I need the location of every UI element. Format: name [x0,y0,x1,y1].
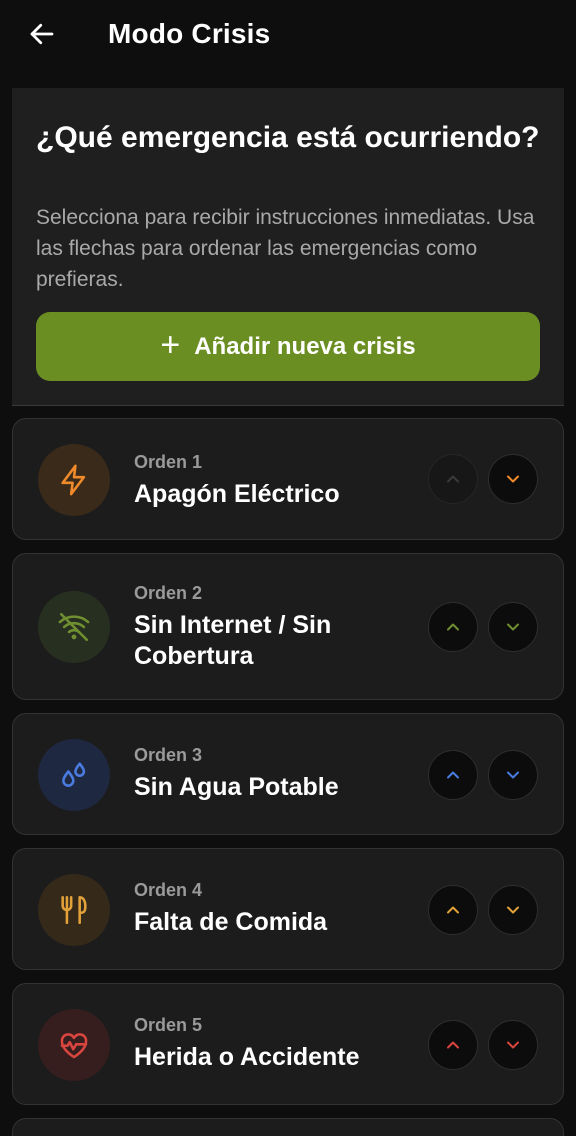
crisis-order: Orden 1 [134,452,203,472]
crisis-card-partial[interactable] [12,1118,564,1136]
crisis-icon-badge [38,1009,110,1081]
chevron-down-icon [507,771,519,779]
crisis-card-no-water[interactable]: Orden 3 Sin Agua Potable [12,713,564,835]
chevron-up-icon [447,623,459,631]
lightning-icon [61,464,86,496]
top-bar: Modo Crisis [0,0,576,72]
intro-card: ¿Qué emergencia está ocurriendo? Selecci… [12,88,564,406]
chevron-up-icon [447,906,459,914]
chevron-up-icon [447,1041,459,1049]
move-up-button[interactable] [428,885,478,935]
heart-pulse-icon [60,1033,88,1059]
wifi-off-icon [58,612,90,642]
utensils-icon [61,895,87,925]
chevron-down-icon [507,623,519,631]
crisis-card-no-food[interactable]: Orden 4 Falta de Comida [12,848,564,970]
crisis-name: Sin Internet / Sin Cobertura [134,611,332,670]
crisis-icon-badge [38,874,110,946]
crisis-name: Apagón Eléctrico [134,480,340,508]
move-down-button[interactable] [488,1020,538,1070]
add-crisis-label: Añadir nueva crisis [194,332,416,360]
page-title: Modo Crisis [108,18,271,49]
crisis-order: Orden 4 [134,880,203,900]
crisis-icon-badge [38,739,110,811]
plus-icon: + [160,325,181,364]
move-down-button[interactable] [488,750,538,800]
back-button[interactable] [22,16,62,52]
arrow-left-icon [30,23,54,45]
chevron-down-icon [507,1041,519,1049]
intro-question: ¿Qué emergencia está ocurriendo? [36,121,540,154]
crisis-icon-badge [38,591,110,663]
crisis-order: Orden 5 [134,1015,203,1035]
crisis-name: Sin Agua Potable [134,773,339,801]
crisis-icon-badge [38,444,110,516]
move-up-button[interactable] [428,602,478,652]
chevron-up-icon [447,771,459,779]
intro-description: Selecciona para recibir instrucciones in… [36,206,535,291]
move-down-button[interactable] [488,885,538,935]
crisis-name: Falta de Comida [134,908,328,936]
move-up-button[interactable] [428,1020,478,1070]
chevron-up-icon [447,475,459,483]
crisis-name: Herida o Accidente [134,1043,360,1071]
crisis-order: Orden 3 [134,745,203,765]
crisis-card-power-outage[interactable]: Orden 1 Apagón Eléctrico [12,418,564,540]
move-up-button[interactable] [428,750,478,800]
crisis-card-no-internet[interactable]: Orden 2 Sin Internet / Sin Cobertura [12,553,564,700]
move-down-button[interactable] [488,602,538,652]
chevron-down-icon [507,475,519,483]
crisis-order: Orden 2 [134,583,203,603]
move-down-button[interactable] [488,454,538,504]
crisis-card-injury[interactable]: Orden 5 Herida o Accidente [12,983,564,1105]
move-up-button[interactable] [428,454,478,504]
chevron-down-icon [507,906,519,914]
water-drops-icon [62,762,86,787]
add-crisis-button[interactable]: + Añadir nueva crisis [36,312,540,381]
